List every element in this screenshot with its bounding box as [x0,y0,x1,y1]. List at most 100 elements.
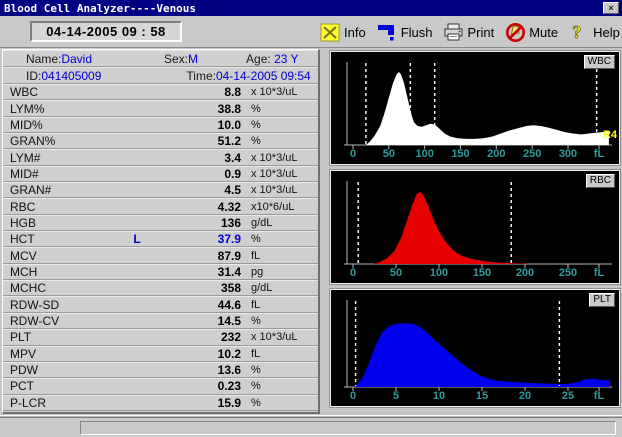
x-tick-label: 100 [415,148,433,160]
patient-info-row-1: Name:David Sex:M Age: 23 Y [3,50,318,67]
table-row: MCV87.9fL [3,247,318,263]
param-name: WBC [3,85,121,99]
result-value: 3.4 [153,151,241,165]
table-row: HGB136g/dL [3,215,318,231]
x-axis-unit-label: fL [594,148,605,160]
param-name: LYM% [3,102,121,116]
result-value: 14.5 [153,314,241,328]
title-bar: Blood Cell Analyzer----Venous × [0,0,622,16]
param-name: GRAN% [3,134,121,148]
print-button-label: Print [467,25,494,40]
result-unit: x 10*3/uL [241,86,318,98]
result-unit: fL [241,348,318,360]
param-name: PLT [3,330,121,344]
result-unit: x 10*3/uL [241,184,318,196]
param-name: GRAN# [3,183,121,197]
region-label-r4: R4 [603,129,617,141]
table-row: MID# 0.9x 10*3/uL [3,166,318,182]
status-message-panel [80,421,616,435]
patient-info-row-2: ID:041405009 Time:04-14-2005 09:54 [3,67,318,84]
wbc-distribution-curve [366,72,609,145]
wbc-panel-label: WBC [584,55,615,69]
param-name: RDW-SD [3,298,121,312]
result-value: 358 [153,281,241,295]
result-unit: x 10*3/uL [241,168,318,180]
result-value: 15.9 [153,396,241,410]
print-button[interactable]: Print [443,22,494,42]
result-unit: % [241,315,318,327]
param-name: MPV [3,347,121,361]
plt-histogram-plot: 0510152025fL [331,290,619,408]
param-name: HCT [3,232,121,246]
result-unit: fL [241,250,318,262]
param-name: MID# [3,167,121,181]
table-row: P-LCR15.9% [3,395,318,411]
x-tick-label: 0 [350,390,356,402]
x-axis-unit-label: fL [594,390,605,402]
result-value: 87.9 [153,249,241,263]
question-icon: ? [569,22,589,42]
result-unit: pg [241,266,318,278]
table-row: RBC4.32x10*6/uL [3,198,318,214]
svg-text:?: ? [573,22,582,42]
info-button[interactable]: Info [320,22,366,42]
result-value: 0.9 [153,167,241,181]
result-value: 51.2 [153,134,241,148]
mute-button-label: Mute [529,25,558,40]
table-row: LYM#3.4x 10*3/uL [3,149,318,165]
param-name: PDW [3,363,121,377]
x-tick-label: 200 [516,267,534,279]
flag-value: L [121,232,153,246]
x-tick-label: 150 [451,148,469,160]
mute-button[interactable]: Mute [505,22,558,42]
x-tick-label: 0 [350,267,356,279]
param-name: MCH [3,265,121,279]
rbc-histogram-panel: 050100150200250fLRBC [330,170,620,284]
wbc-histogram-panel: 050100150200250300fLWBCR4 [330,51,620,165]
result-unit: g/dL [241,217,318,229]
result-value: 13.6 [153,363,241,377]
flush-icon [377,22,397,42]
results-panel: Name:David Sex:M Age: 23 Y ID:041405009 … [2,49,320,414]
sample-time: Time:04-14-2005 09:54 [186,69,310,83]
rbc-panel-label: RBC [586,174,615,188]
close-icon[interactable]: × [603,2,619,14]
x-tick-label: 250 [559,267,577,279]
plt-panel-label: PLT [589,293,615,307]
result-unit: x10*6/uL [241,201,318,213]
patient-age: Age: 23 Y [246,52,299,66]
result-unit: % [241,364,318,376]
table-row: MPV10.2fL [3,346,318,362]
table-row: GRAN# 4.5x 10*3/uL [3,182,318,198]
x-tick-label: 15 [476,390,488,402]
plt-histogram-panel: 0510152025fLPLT [330,289,620,407]
table-row: PCT0.23% [3,378,318,394]
result-unit: g/dL [241,282,318,294]
x-tick-label: 50 [390,267,402,279]
patient-name: Name:David [26,52,92,66]
param-name: MID% [3,118,121,132]
help-button[interactable]: ? Help [569,22,620,42]
plt-distribution-curve [356,323,610,387]
x-axis-unit-label: fL [594,267,605,279]
x-tick-label: 100 [430,267,448,279]
x-tick-label: 25 [562,390,574,402]
x-tick-label: 0 [350,148,356,160]
table-row: MID% 10.0% [3,117,318,133]
result-value: 4.5 [153,183,241,197]
result-unit: fL [241,299,318,311]
result-value: 10.0 [153,118,241,132]
flush-button[interactable]: Flush [377,22,433,42]
histogram-column: 050100150200250300fLWBCR4050100150200250… [330,51,620,412]
x-tick-label: 300 [559,148,577,160]
result-value: 0.23 [153,379,241,393]
result-unit: % [241,119,318,131]
result-unit: % [241,135,318,147]
param-name: MCHC [3,281,121,295]
param-name: PCT [3,379,121,393]
status-bar [0,418,622,437]
rbc-histogram-plot: 050100150200250fL [331,171,619,285]
table-row: GRAN% 51.2% [3,133,318,149]
table-row: RDW-CV14.5% [3,313,318,329]
datetime-display[interactable]: 04-14-2005 09 : 58 [30,21,182,42]
